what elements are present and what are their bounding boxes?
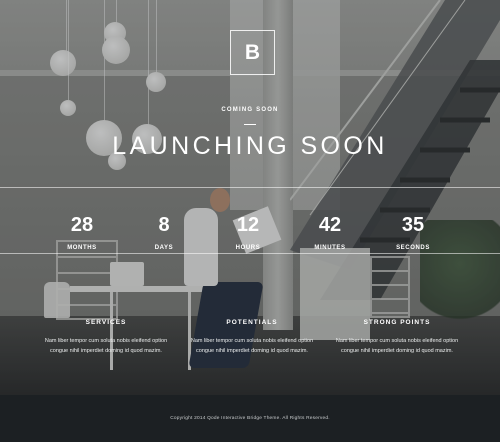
feature-title: SERVICES	[85, 319, 127, 326]
countdown-value: 28	[70, 214, 94, 236]
footer: Copyright 2014 Qode Interactive Bridge T…	[0, 395, 500, 442]
page-title: LAUNCHING SOON	[112, 132, 388, 160]
divider-line	[0, 253, 500, 254]
footer-copyright: Copyright 2014 Qode Interactive Bridge T…	[170, 416, 330, 421]
logo-letter: B	[244, 40, 261, 64]
countdown-seconds: 35 SECONDS	[378, 214, 448, 251]
countdown-minutes: 42 MINUTES	[295, 214, 365, 251]
feature-title: POTENTIALS	[226, 319, 278, 326]
hero-background: B COMING SOON LAUNCHING SOON 28 MONTHS 8…	[0, 0, 500, 395]
feature-services: SERVICES Nam liber tempor cum soluta nob…	[26, 319, 186, 356]
countdown-value: 35	[401, 214, 425, 236]
feature-description: Nam liber tempor cum soluta nobis eleife…	[190, 338, 314, 354]
countdown-value: 8	[158, 214, 170, 236]
feature-description: Nam liber tempor cum soluta nobis eleife…	[335, 338, 459, 354]
countdown-months: 28 MONTHS	[47, 214, 117, 251]
title-separator	[244, 124, 256, 125]
countdown-days: 8 DAYS	[129, 214, 199, 251]
coming-soon-kicker: COMING SOON	[221, 107, 279, 113]
countdown-label: HOURS	[235, 245, 261, 251]
countdown-label: MONTHS	[67, 245, 97, 251]
countdown-hours: 12 HOURS	[213, 214, 283, 251]
feature-title: STRONG POINTS	[363, 319, 431, 326]
countdown-label: MINUTES	[314, 245, 346, 251]
feature-strong-points: STRONG POINTS Nam liber tempor cum solut…	[317, 319, 477, 356]
countdown-value: 12	[236, 214, 260, 236]
countdown-label: SECONDS	[396, 245, 430, 251]
countdown-label: DAYS	[154, 245, 174, 251]
feature-potentials: POTENTIALS Nam liber tempor cum soluta n…	[172, 319, 332, 356]
countdown-value: 42	[318, 214, 342, 236]
logo[interactable]: B	[230, 30, 275, 75]
divider-line	[0, 187, 500, 188]
feature-description: Nam liber tempor cum soluta nobis eleife…	[44, 338, 168, 354]
